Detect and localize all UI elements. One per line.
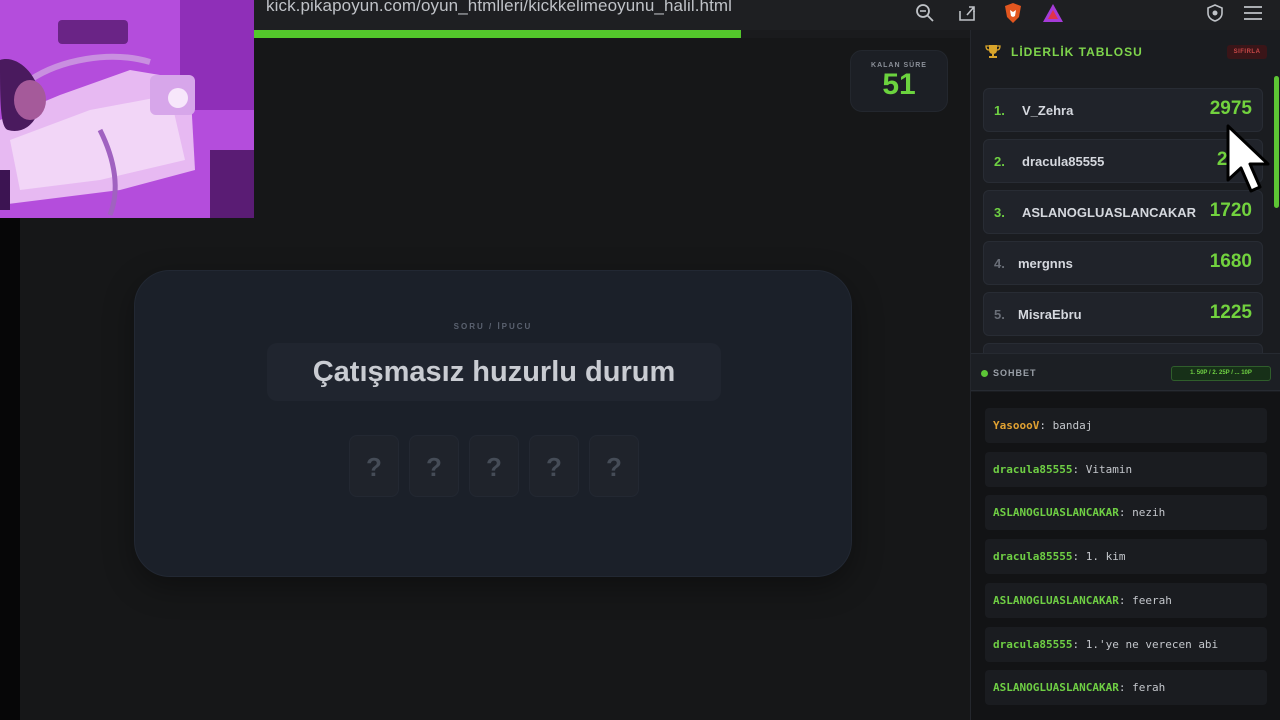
chat-username: YasoooV (993, 419, 1040, 432)
chat-message: ASLANOGLUASLANCAKAR: feerah (985, 583, 1267, 618)
chat-header: SOHBET 1. 50P / 2. 25P / ... 10P (971, 353, 1280, 391)
chat-text: : nezih (1118, 506, 1166, 519)
reset-button[interactable]: SIFIRLA (1227, 45, 1267, 59)
chat-message: dracula85555: Vitamin (985, 452, 1267, 487)
leaderboard-score: 1680 (1209, 251, 1252, 272)
points-badge: 1. 50P / 2. 25P / ... 10P (1171, 366, 1271, 381)
rewards-icon[interactable] (1042, 2, 1064, 24)
left-edge (0, 218, 20, 720)
chat-text: : ferah (1118, 681, 1166, 694)
question-card: SORU / İPUCU Çatışmasız huzurlu durum ? … (134, 270, 852, 577)
chat-message: dracula85555: 1.'ye ne verecen abi (985, 627, 1267, 662)
chat-text: : feerah (1118, 594, 1172, 607)
answer-slots: ? ? ? ? ? (349, 435, 639, 497)
chat-username: dracula85555 (993, 638, 1073, 651)
leaderboard-rank: 2. (994, 154, 1005, 169)
chat-username: ASLANOGLUASLANCAKAR (993, 594, 1119, 607)
zoom-icon[interactable] (914, 2, 936, 24)
vpn-shield-icon[interactable] (1204, 2, 1226, 24)
leaderboard-row: 3. ASLANOGLUASLANCAKAR 1720 (983, 190, 1263, 234)
chat-text: : 1. kim (1072, 550, 1126, 563)
leaderboard-name: dracula85555 (1022, 154, 1105, 169)
letter-slot: ? (349, 435, 399, 497)
leaderboard-score: 1225 (1209, 302, 1252, 323)
leaderboard-rank: 4. (994, 256, 1005, 271)
chat-username: dracula85555 (993, 463, 1073, 476)
leaderboard-row: 4. mergnns 1680 (983, 241, 1263, 285)
chat-text: : Vitamin (1072, 463, 1133, 476)
leaderboard-score: 2975 (1209, 98, 1252, 119)
chat-message: ASLANOGLUASLANCAKAR: ferah (985, 670, 1267, 705)
webcam-overlay (0, 0, 254, 218)
question-text: Çatışmasız huzurlu durum (267, 343, 721, 401)
chat-username: ASLANOGLUASLANCAKAR (993, 506, 1119, 519)
chat-text: : bandaj (1039, 419, 1093, 432)
leaderboard-row: 1. V_Zehra 2975 (983, 88, 1263, 132)
leaderboard-name: MisraEbru (1018, 307, 1082, 322)
chat-text: : 1.'ye ne verecen abi (1072, 638, 1219, 651)
chat-message: YasoooV: bandaj (985, 408, 1267, 443)
chat-message: dracula85555: 1. kim (985, 539, 1267, 574)
round-progress-bar (254, 30, 970, 38)
leaderboard-name: V_Zehra (1022, 103, 1074, 118)
chat-title: SOHBET (993, 368, 1037, 378)
timer-box: KALAN SÜRE 51 (850, 50, 948, 112)
brave-shield-icon[interactable] (1002, 2, 1024, 24)
letter-slot: ? (589, 435, 639, 497)
chat-username: ASLANOGLUASLANCAKAR (993, 681, 1119, 694)
chat-username: dracula85555 (993, 550, 1073, 563)
menu-icon[interactable] (1242, 2, 1264, 24)
leaderboard-rank: 3. (994, 205, 1005, 220)
question-label: SORU / İPUCU (453, 322, 533, 331)
leaderboard-row: 2. dracula85555 28 (983, 139, 1263, 183)
live-dot-icon (981, 370, 988, 377)
leaderboard-rank: 5. (994, 307, 1005, 322)
mouse-cursor-icon (1226, 124, 1276, 199)
letter-slot: ? (469, 435, 519, 497)
letter-slot: ? (529, 435, 579, 497)
leaderboard-header: LİDERLİK TABLOSU SIFIRLA (971, 30, 1280, 74)
leaderboard-row: 5. MisraEbru 1225 (983, 292, 1263, 336)
leaderboard-score: 1720 (1209, 200, 1252, 221)
round-progress-fill (254, 30, 741, 38)
share-icon[interactable] (956, 2, 978, 24)
leaderboard-title: LİDERLİK TABLOSU (1011, 45, 1143, 59)
timer-value: 51 (882, 68, 916, 101)
address-bar[interactable]: kick.pikapoyun.com/oyun_htmlleri/kickkel… (266, 0, 732, 16)
leaderboard-rank: 1. (994, 103, 1005, 118)
chat-body: YasoooV: bandaj dracula85555: Vitamin AS… (971, 392, 1280, 720)
letter-slot: ? (409, 435, 459, 497)
leaderboard-name: mergnns (1018, 256, 1073, 271)
chat-message: ASLANOGLUASLANCAKAR: nezih (985, 495, 1267, 530)
leaderboard-name: ASLANOGLUASLANCAKAR (1022, 205, 1197, 220)
leaderboard-row-partial (983, 343, 1263, 353)
trophy-icon (985, 44, 1001, 64)
